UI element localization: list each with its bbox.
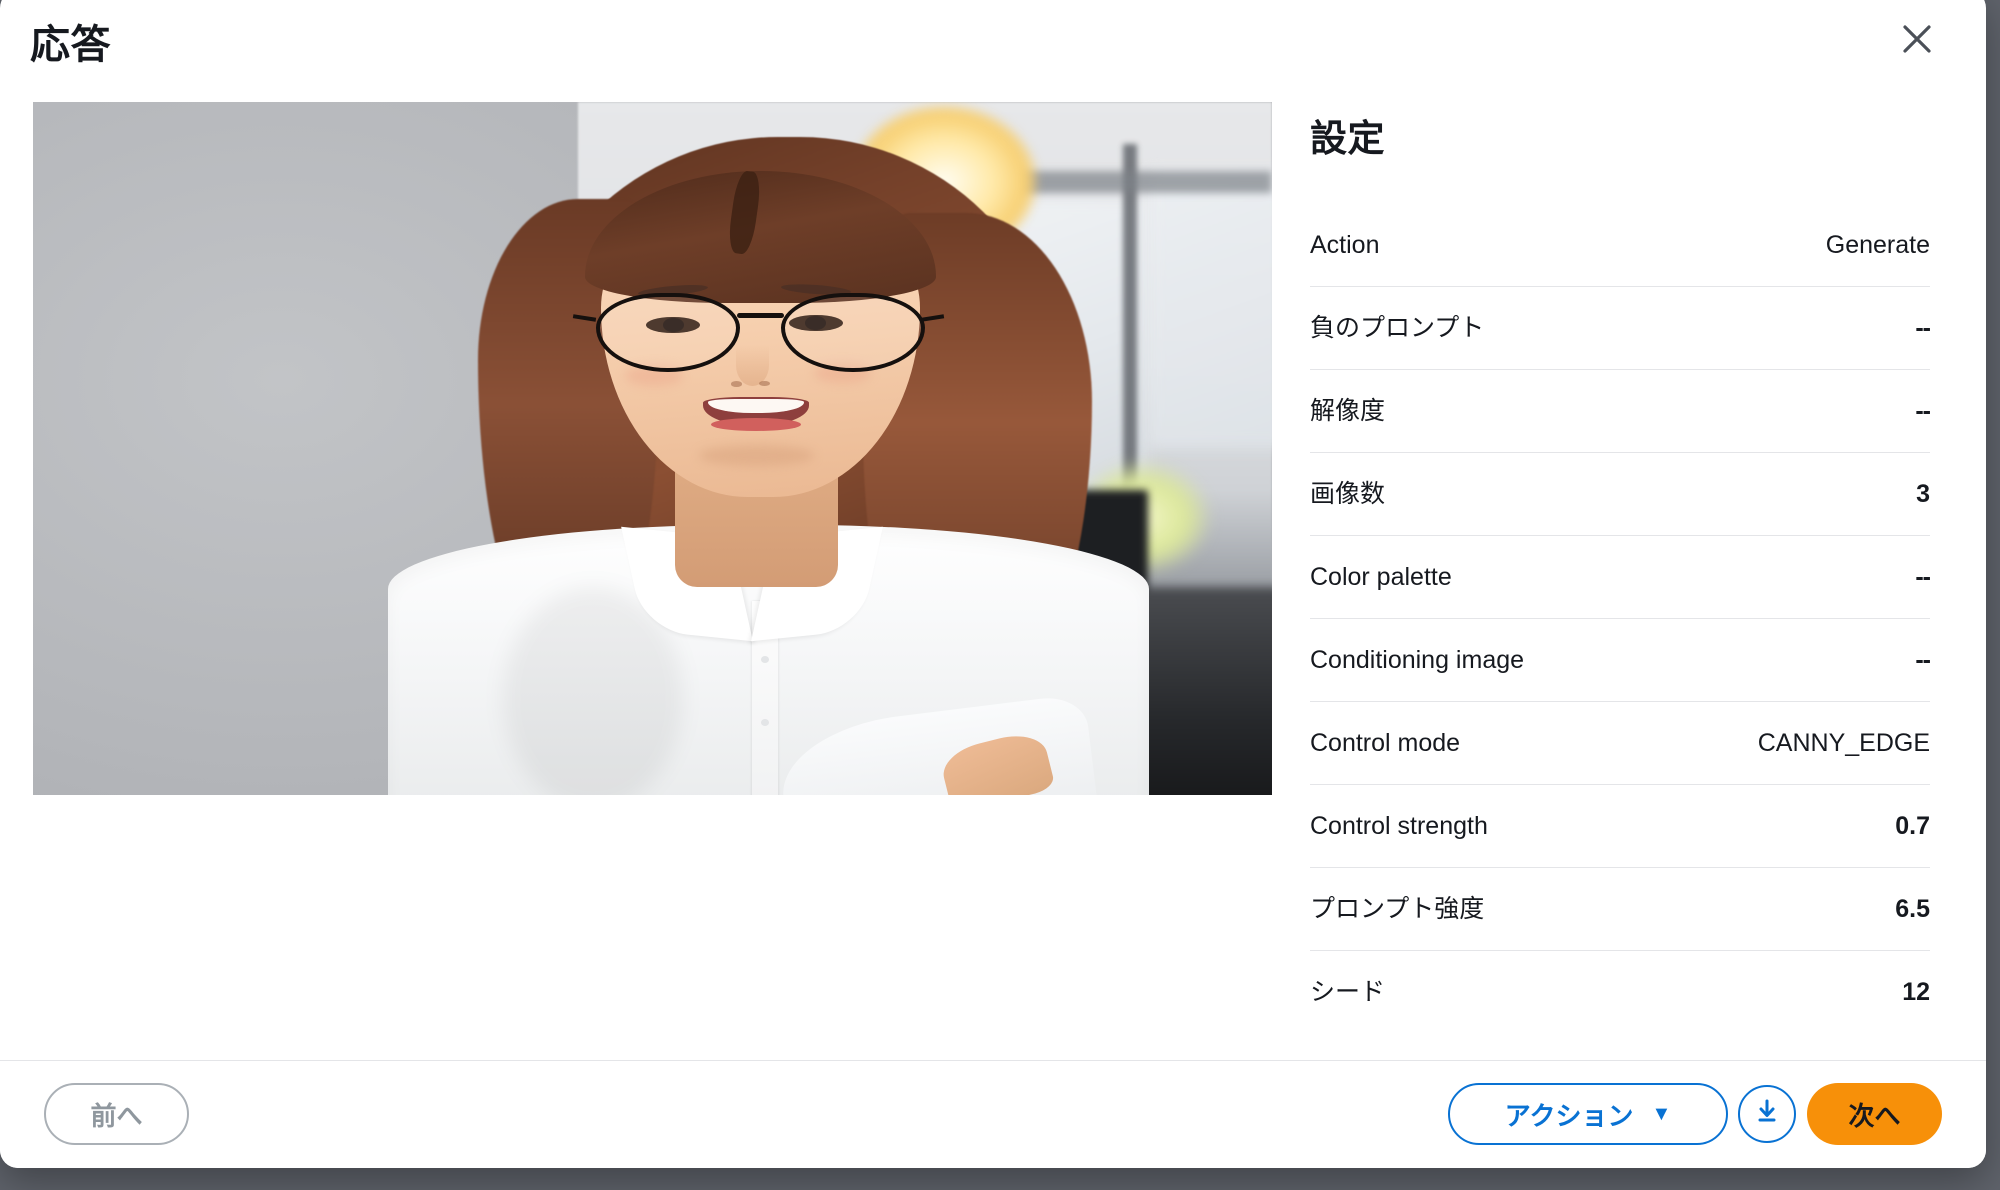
settings-row-seed: シード 12 bbox=[1310, 951, 1930, 1034]
page-title: 応答 bbox=[30, 23, 111, 67]
settings-list: Action Generate 負のプロンプト -- 解像度 -- 画像数 3 … bbox=[1310, 204, 1931, 1034]
settings-key: Action bbox=[1310, 230, 1380, 259]
chevron-down-icon: ▼ bbox=[1651, 1103, 1672, 1125]
settings-row-conditioning-image: Conditioning image -- bbox=[1310, 619, 1931, 702]
settings-value: CANNY_EDGE bbox=[1757, 728, 1930, 757]
settings-value: Generate bbox=[1825, 230, 1930, 259]
settings-panel: 設定 Action Generate 負のプロンプト -- 解像度 -- 画像数… bbox=[1310, 90, 1931, 1034]
settings-key: プロンプト強度 bbox=[1310, 894, 1485, 923]
settings-key: 解像度 bbox=[1310, 396, 1386, 425]
lens-left bbox=[596, 292, 741, 373]
nostril-right bbox=[758, 380, 771, 387]
modal-body: 設定 Action Generate 負のプロンプト -- 解像度 -- 画像数… bbox=[0, 90, 1986, 1060]
close-icon bbox=[1900, 22, 1934, 56]
settings-heading: 設定 bbox=[1310, 118, 1385, 159]
settings-value: -- bbox=[1915, 645, 1931, 674]
person-subject bbox=[388, 102, 1223, 795]
action-dropdown-button[interactable]: アクション ▼ bbox=[1448, 1083, 1728, 1145]
settings-key: 負のプロンプト bbox=[1310, 313, 1485, 342]
settings-key: Control mode bbox=[1310, 728, 1461, 757]
settings-key: シード bbox=[1310, 978, 1386, 1006]
download-button[interactable] bbox=[1738, 1085, 1796, 1143]
settings-value: 12 bbox=[1902, 978, 1930, 1006]
glasses-bridge bbox=[736, 313, 784, 318]
settings-key: Color palette bbox=[1310, 562, 1452, 591]
nose bbox=[735, 344, 769, 387]
settings-row-image-count: 画像数 3 bbox=[1310, 453, 1930, 536]
settings-key: Control strength bbox=[1310, 811, 1488, 840]
download-icon bbox=[1751, 1095, 1783, 1134]
settings-row-action: Action Generate bbox=[1310, 204, 1930, 287]
response-modal: 応答 設定 Action Generate 負のプロンプト -- 解像度 -- … bbox=[0, 0, 1986, 1168]
settings-row-resolution: 解像度 -- bbox=[1310, 370, 1931, 453]
next-button[interactable]: 次へ bbox=[1807, 1083, 1942, 1145]
settings-value: 6.5 bbox=[1895, 894, 1930, 923]
settings-value: 3 bbox=[1916, 479, 1930, 508]
modal-footer: 前へ アクション ▼ 次へ bbox=[0, 1060, 1986, 1168]
generated-image[interactable] bbox=[33, 102, 1272, 795]
settings-row-control-mode: Control mode CANNY_EDGE bbox=[1310, 702, 1930, 785]
lens-right bbox=[780, 292, 925, 373]
settings-row-color-palette: Color palette -- bbox=[1310, 536, 1931, 619]
previous-button[interactable]: 前へ bbox=[44, 1083, 189, 1145]
nostril-left bbox=[730, 381, 743, 387]
close-button[interactable] bbox=[1894, 16, 1940, 62]
settings-row-control-strength: Control strength 0.7 bbox=[1310, 785, 1930, 868]
settings-row-negative-prompt: 負のプロンプト -- bbox=[1310, 287, 1931, 370]
settings-key: 画像数 bbox=[1310, 479, 1386, 508]
teeth bbox=[708, 399, 805, 414]
action-dropdown-label: アクション bbox=[1504, 1100, 1634, 1131]
settings-value: -- bbox=[1915, 313, 1931, 342]
settings-row-prompt-strength: プロンプト強度 6.5 bbox=[1310, 868, 1930, 951]
settings-key: Conditioning image bbox=[1310, 645, 1525, 674]
settings-value: 0.7 bbox=[1895, 811, 1930, 840]
generated-image-pane[interactable] bbox=[33, 102, 1272, 795]
settings-value: -- bbox=[1915, 396, 1931, 425]
settings-value: -- bbox=[1915, 562, 1931, 591]
shirt-button bbox=[761, 718, 770, 726]
modal-header: 応答 bbox=[0, 0, 1986, 90]
chin-shadow bbox=[699, 445, 814, 466]
